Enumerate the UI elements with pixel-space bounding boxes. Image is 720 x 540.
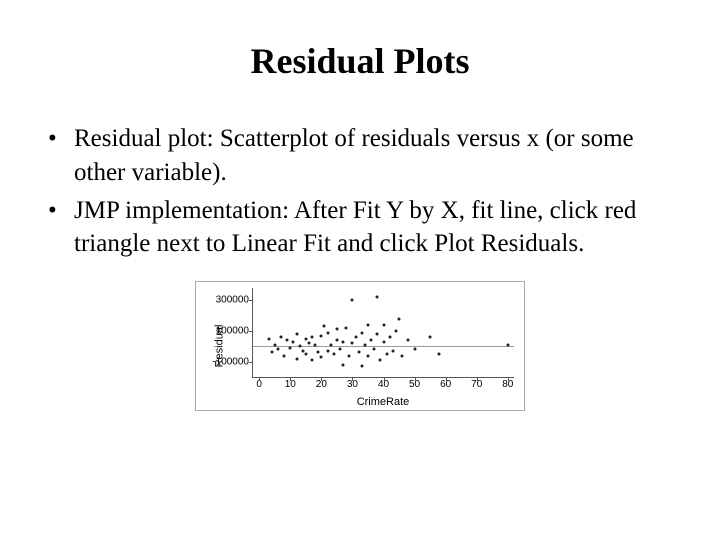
data-point	[320, 334, 323, 337]
data-point	[342, 340, 345, 343]
data-point	[286, 339, 289, 342]
data-point	[273, 343, 276, 346]
y-tick-label: -100000	[212, 356, 253, 367]
residual-scatter-chart: Residual -100000100000300000010203040506…	[195, 281, 525, 411]
data-point	[351, 299, 354, 302]
data-point	[366, 323, 369, 326]
data-point	[357, 351, 360, 354]
data-point	[391, 349, 394, 352]
data-point	[429, 336, 432, 339]
data-point	[329, 343, 332, 346]
data-point	[339, 348, 342, 351]
data-point	[398, 317, 401, 320]
data-point	[376, 333, 379, 336]
x-tick-mark	[352, 377, 353, 381]
zero-reference-line	[253, 346, 514, 347]
data-point	[388, 336, 391, 339]
y-tick-mark	[249, 362, 253, 363]
data-point	[276, 348, 279, 351]
x-tick-mark	[290, 377, 291, 381]
data-point	[295, 333, 298, 336]
data-point	[304, 337, 307, 340]
data-point	[283, 354, 286, 357]
bullet-item: JMP implementation: After Fit Y by X, fi…	[48, 194, 680, 262]
data-point	[379, 359, 382, 362]
x-tick-mark	[446, 377, 447, 381]
y-tick-mark	[249, 331, 253, 332]
chart-container: Residual -100000100000300000010203040506…	[40, 281, 680, 411]
data-point	[311, 336, 314, 339]
data-point	[311, 359, 314, 362]
data-point	[326, 349, 329, 352]
data-point	[345, 326, 348, 329]
y-tick-label: 100000	[216, 325, 253, 336]
data-point	[342, 363, 345, 366]
data-point	[394, 329, 397, 332]
data-point	[292, 340, 295, 343]
data-point	[348, 354, 351, 357]
bullet-list: Residual plot: Scatterplot of residuals …	[40, 122, 680, 261]
data-point	[370, 339, 373, 342]
data-point	[270, 351, 273, 354]
x-tick-mark	[259, 377, 260, 381]
bullet-item: Residual plot: Scatterplot of residuals …	[48, 122, 680, 190]
data-point	[295, 357, 298, 360]
x-tick-mark	[415, 377, 416, 381]
data-point	[373, 348, 376, 351]
data-point	[335, 328, 338, 331]
data-point	[298, 345, 301, 348]
data-point	[307, 342, 310, 345]
data-point	[304, 352, 307, 355]
data-point	[320, 356, 323, 359]
data-point	[279, 336, 282, 339]
data-point	[413, 348, 416, 351]
page-title: Residual Plots	[40, 40, 680, 82]
data-point	[332, 352, 335, 355]
x-tick-mark	[384, 377, 385, 381]
data-point	[289, 346, 292, 349]
data-point	[314, 343, 317, 346]
data-point	[401, 354, 404, 357]
data-point	[385, 352, 388, 355]
x-tick-mark	[477, 377, 478, 381]
x-axis-label: CrimeRate	[252, 396, 514, 408]
plot-area: -10000010000030000001020304050607080	[252, 288, 514, 378]
data-point	[360, 365, 363, 368]
x-tick-mark	[321, 377, 322, 381]
y-tick-mark	[249, 300, 253, 301]
data-point	[376, 296, 379, 299]
x-tick-mark	[508, 377, 509, 381]
data-point	[363, 343, 366, 346]
data-point	[438, 352, 441, 355]
data-point	[360, 331, 363, 334]
data-point	[351, 342, 354, 345]
data-point	[323, 325, 326, 328]
data-point	[382, 340, 385, 343]
data-point	[354, 336, 357, 339]
data-point	[366, 354, 369, 357]
data-point	[326, 331, 329, 334]
data-point	[506, 343, 509, 346]
data-point	[382, 323, 385, 326]
data-point	[407, 339, 410, 342]
y-tick-label: 300000	[216, 295, 253, 306]
data-point	[317, 351, 320, 354]
data-point	[335, 339, 338, 342]
data-point	[267, 337, 270, 340]
